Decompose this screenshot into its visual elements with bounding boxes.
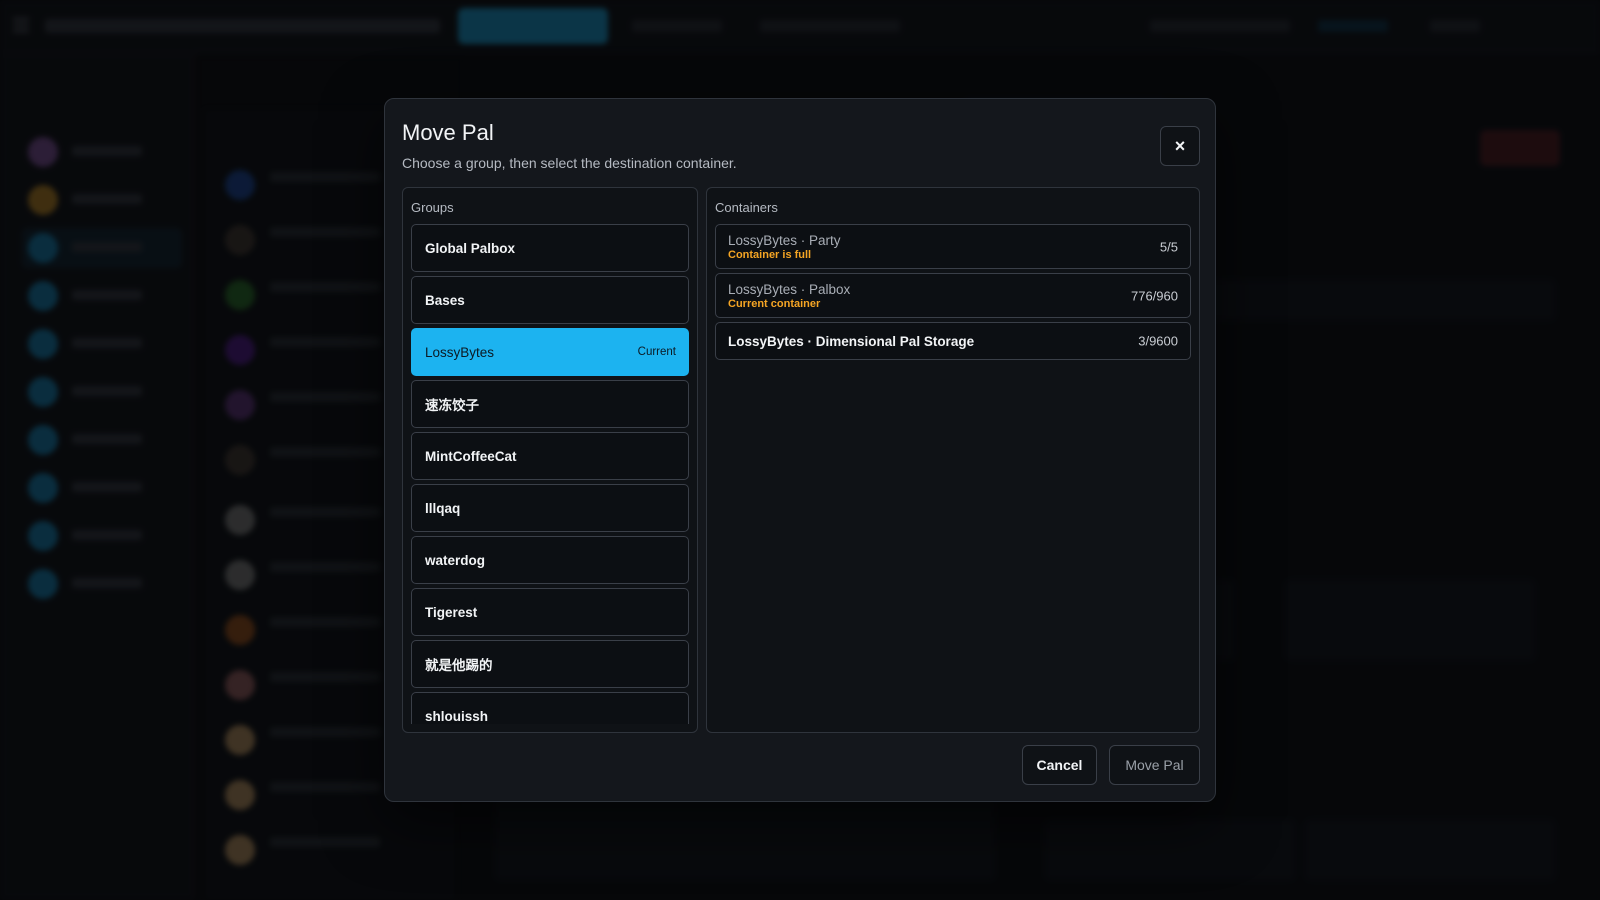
container-status: Container is full [728,249,812,261]
group-item-tigerest[interactable]: Tigerest [411,588,689,636]
group-item-sudong-jiaozi[interactable]: 速冻饺子 [411,380,689,428]
cancel-button[interactable]: Cancel [1022,745,1097,785]
move-pal-button[interactable]: Move Pal [1109,745,1200,785]
group-item-waterdog[interactable]: waterdog [411,536,689,584]
group-item-lllqaq[interactable]: lllqaq [411,484,689,532]
container-count: 5/5 [1159,239,1178,254]
close-icon: × [1174,135,1186,156]
container-item-party[interactable]: LossyBytes · Party Container is full 5/5 [715,224,1191,269]
group-item-global-palbox[interactable]: Global Palbox [411,224,689,272]
group-item-jiushitatide[interactable]: 就是他踢的 [411,640,689,688]
container-item-dimensional-storage[interactable]: LossyBytes · Dimensional Pal Storage 3/9… [715,322,1191,360]
close-button[interactable]: × [1160,126,1200,166]
current-badge: Current [637,346,676,358]
group-list[interactable]: Global Palbox Bases LossyBytes Current 速冻… [411,224,689,724]
containers-panel: Containers LossyBytes · Party Container … [706,187,1200,733]
container-list: LossyBytes · Party Container is full 5/5… [715,224,1191,364]
container-count: 3/9600 [1138,333,1178,349]
containers-label: Containers [715,200,778,215]
dialog-subtitle: Choose a group, then select the destinat… [402,155,737,171]
groups-label: Groups [411,200,454,215]
container-name: LossyBytes · Palbox [728,282,851,297]
container-count: 776/960 [1131,288,1178,303]
group-item-lossybytes[interactable]: LossyBytes Current [411,328,689,376]
move-pal-dialog: Move Pal Choose a group, then select the… [384,98,1216,802]
group-item-shlouissh[interactable]: shlouissh [411,692,689,724]
container-name: LossyBytes · Dimensional Pal Storage [728,333,975,349]
container-item-palbox[interactable]: LossyBytes · Palbox Current container 77… [715,273,1191,318]
container-status: Current container [728,298,821,310]
container-name: LossyBytes · Party [728,233,841,248]
group-item-mintcoffeecat[interactable]: MintCoffeeCat [411,432,689,480]
groups-panel: Groups Global Palbox Bases LossyBytes Cur… [402,187,698,733]
dialog-title: Move Pal [402,120,494,145]
group-item-bases[interactable]: Bases [411,276,689,324]
